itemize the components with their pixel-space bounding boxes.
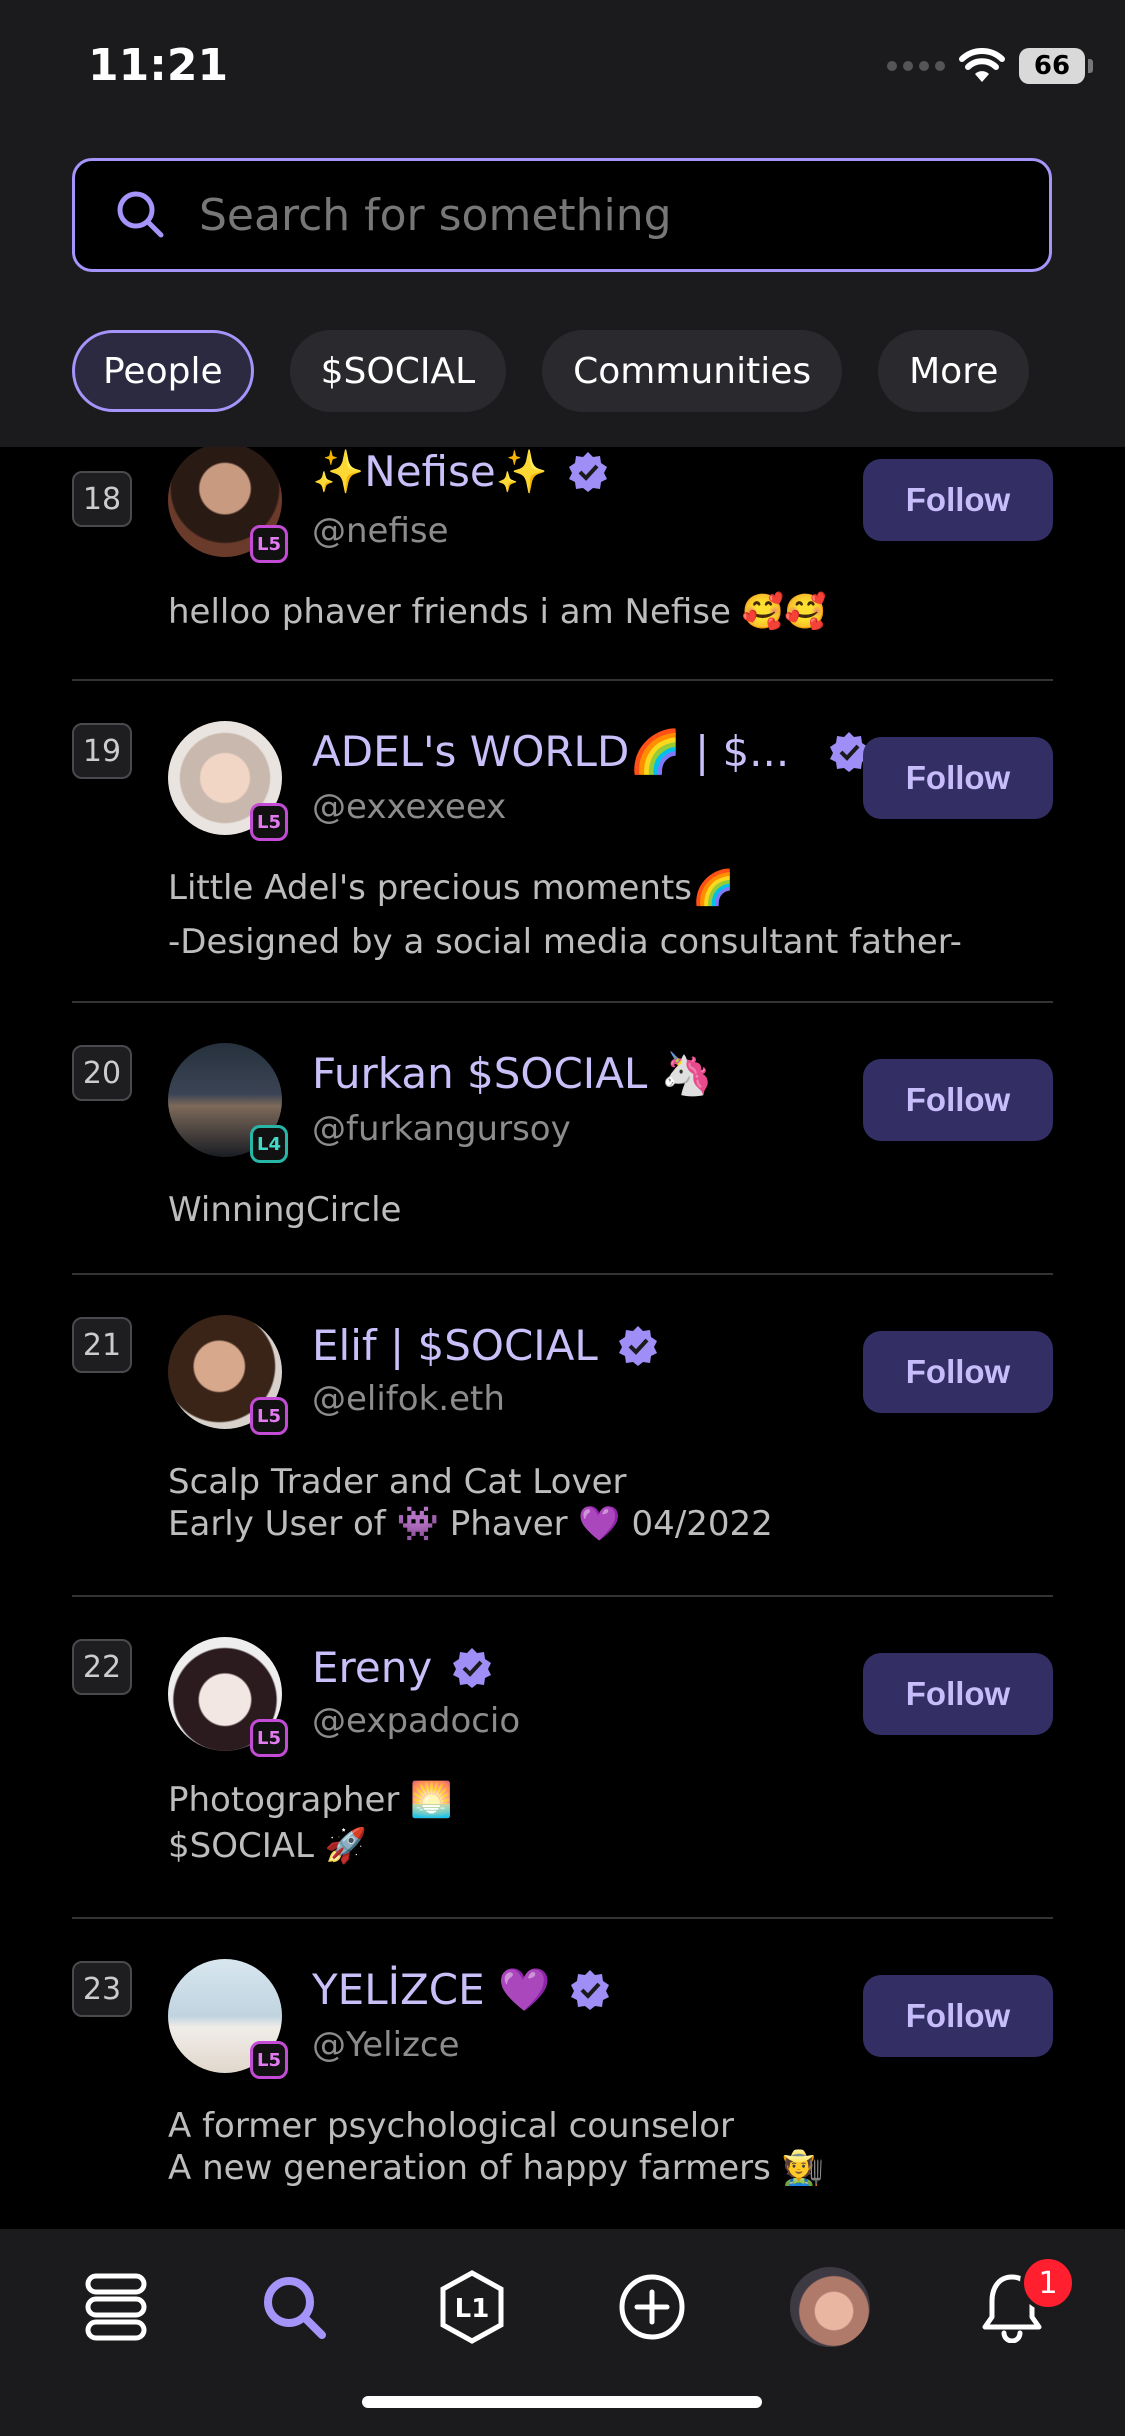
bio: Scalp Trader and Cat Lover Early User of… — [168, 1462, 773, 1544]
display-name[interactable]: Ereny — [312, 1643, 494, 1692]
avatar[interactable]: L5 — [168, 447, 288, 563]
status-time: 11:21 — [88, 40, 229, 91]
rank-badge: 21 — [72, 1317, 132, 1373]
rank-badge: 19 — [72, 723, 132, 779]
handle: @nefise — [312, 511, 449, 551]
header: 11:21 66 People $SOCIAL Communities More — [0, 0, 1125, 447]
level-badge: L5 — [250, 2041, 288, 2079]
chip-communities[interactable]: Communities — [542, 330, 843, 412]
search-icon[interactable] — [254, 2267, 334, 2347]
avatar[interactable]: L4 — [168, 1043, 288, 1163]
filter-chips: People $SOCIAL Communities More — [72, 330, 1030, 412]
bio: Little Adel's precious moments🌈 -Designe… — [168, 868, 962, 962]
avatar[interactable]: L5 — [168, 1959, 288, 2079]
display-name[interactable]: ✨Nefise✨ — [312, 447, 610, 497]
avatar[interactable]: L5 — [168, 721, 288, 841]
list-item[interactable]: 22 L5 Ereny @expadocio Photographer 🌅 $S… — [72, 1597, 1053, 1919]
profile-avatar[interactable] — [790, 2267, 870, 2347]
handle: @furkangursoy — [312, 1109, 571, 1149]
svg-text:L1: L1 — [455, 2294, 490, 2324]
verified-icon — [453, 1647, 492, 1688]
display-name[interactable]: ADEL's WORLD🌈 | $... — [312, 727, 871, 777]
chip-more[interactable]: More — [878, 330, 1030, 412]
avatar[interactable]: L5 — [168, 1637, 288, 1757]
list-item[interactable]: 19 L5 ADEL's WORLD🌈 | $... @exxexeex Lit… — [72, 681, 1053, 1003]
handle: @Yelizce — [312, 2025, 460, 2065]
chip-social[interactable]: $SOCIAL — [289, 330, 507, 412]
follow-button[interactable]: Follow — [863, 1653, 1053, 1735]
avatar[interactable]: L5 — [168, 1315, 288, 1435]
home-indicator[interactable] — [362, 2396, 762, 2408]
rank-badge: 23 — [72, 1961, 132, 2017]
follow-button[interactable]: Follow — [863, 459, 1053, 541]
search-bar[interactable] — [72, 158, 1052, 272]
battery-icon: 66 — [1019, 48, 1093, 84]
display-name[interactable]: YELİZCE 💜 — [312, 1965, 612, 2015]
verified-icon — [571, 1970, 610, 2010]
handle: @elifok.eth — [312, 1379, 505, 1419]
bio: A former psychological counselor A new g… — [168, 2106, 824, 2188]
bio: Photographer 🌅 $SOCIAL 🚀 — [168, 1780, 453, 1866]
rank-badge: 18 — [72, 471, 132, 527]
level-badge: L5 — [250, 1719, 288, 1757]
level-badge: L4 — [250, 1125, 288, 1163]
bio: helloo phaver friends i am Nefise 🥰🥰 — [168, 592, 827, 632]
verified-icon — [569, 452, 608, 492]
rank-badge: 20 — [72, 1045, 132, 1101]
level-badge: L5 — [250, 525, 288, 563]
search-input[interactable] — [199, 189, 999, 241]
bio: WinningCircle — [168, 1190, 402, 1230]
signal-icon — [887, 61, 945, 71]
display-name[interactable]: Furkan $SOCIAL 🦄 — [312, 1049, 713, 1099]
level-badge: L5 — [250, 803, 288, 841]
display-name[interactable]: Elif | $SOCIAL — [312, 1321, 660, 1370]
notification-badge: 1 — [1020, 2255, 1076, 2311]
handle: @expadocio — [312, 1701, 521, 1741]
list-item[interactable]: 20 L4 Furkan $SOCIAL 🦄 @furkangursoy Win… — [72, 1003, 1053, 1275]
add-icon[interactable] — [612, 2267, 692, 2347]
handle: @exxexeex — [312, 787, 507, 827]
level-icon[interactable]: L1 — [432, 2267, 512, 2347]
list-item[interactable]: 21 L5 Elif | $SOCIAL @elifok.eth Scalp T… — [72, 1275, 1053, 1597]
wifi-icon — [959, 48, 1005, 82]
follow-button[interactable]: Follow — [863, 1975, 1053, 2057]
feed-icon[interactable] — [76, 2267, 156, 2347]
rank-badge: 22 — [72, 1639, 132, 1695]
list-item[interactable]: 18 L5 ✨Nefise✨ @nefise helloo phaver fri… — [72, 447, 1053, 681]
search-icon — [117, 191, 164, 238]
follow-button[interactable]: Follow — [863, 1331, 1053, 1413]
follow-button[interactable]: Follow — [863, 737, 1053, 819]
list-item[interactable]: 23 L5 YELİZCE 💜 @Yelizce A former psycho… — [72, 1919, 1053, 2229]
verified-icon — [618, 1325, 657, 1366]
level-badge: L5 — [250, 1397, 288, 1435]
chip-people[interactable]: People — [72, 330, 254, 412]
people-list: 18 L5 ✨Nefise✨ @nefise helloo phaver fri… — [0, 447, 1125, 2229]
status-icons: 66 — [887, 48, 1093, 84]
follow-button[interactable]: Follow — [863, 1059, 1053, 1141]
